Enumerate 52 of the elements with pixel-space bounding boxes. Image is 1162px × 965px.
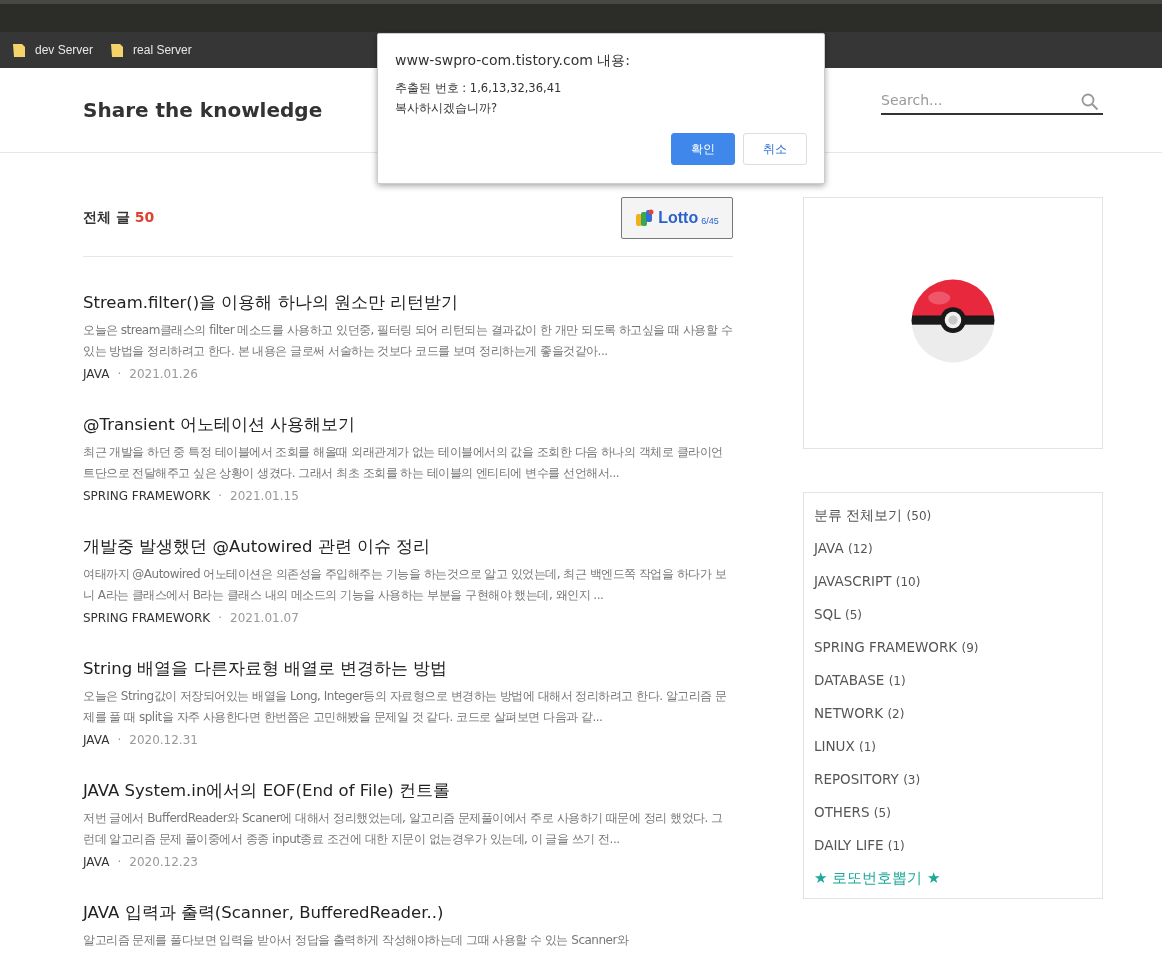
dialog-message: 추출된 번호 : 1,6,13,32,36,41 (395, 80, 563, 97)
category-item[interactable]: OTHERS (5) (814, 800, 1092, 833)
post-excerpt: 최근 개발을 하던 중 특정 테이블에서 조회를 해올때 외래관계가 없는 테이블에서의 값을 조회한 다음 하나의 객체로 클라이언트단으로 전달해주고 싶은 상황이 생겼다. 그래서 최초 조회를 하는 테이블의 엔티티에 변수를 선언해서... (83, 444, 724, 482)
post-title[interactable]: @Transient 어노테이션 사용해보기 (83, 413, 733, 437)
bookmark[interactable]: dev Server (13, 43, 94, 57)
separator-dot: · (117, 366, 122, 382)
dialog-title: www-swpro-com.tistory.com 내용: (395, 52, 631, 70)
category-item[interactable]: SPRING FRAMEWORK (9) (814, 635, 1092, 668)
search-field[interactable]: Search... (881, 91, 1103, 115)
post-date: 2021.01.26 (129, 366, 198, 382)
post-title[interactable]: Stream.filter()을 이용해 하나의 원소만 리턴받기 (83, 291, 733, 315)
category-item[interactable]: JAVASCRIPT (10) (814, 569, 1092, 602)
post-date: 2020.12.23 (129, 854, 198, 870)
post-title[interactable]: JAVA System.in에서의 EOF(End of File) 컨트롤 (83, 779, 733, 803)
post-title[interactable]: String 배열을 다른자료형 배열로 변경하는 방법 (83, 657, 733, 681)
post-excerpt: 저번 글에서 BufferdReader와 Scaner에 대해서 정리했었는데, 알고리즘 문제풀이에서 주로 사용하기 때문에 정리 했었다. 그런데 알고리즘 문제 풀이중에서 종종 input종료 조건에 대한 지문이 없는경우가 있는데, 이 글을 쓰기 전... (83, 810, 724, 848)
post-date: 2021.01.15 (230, 488, 299, 504)
post-category[interactable]: SPRING FRAMEWORK (83, 610, 211, 626)
cancel-button[interactable]: 취소 (743, 133, 807, 165)
category-item[interactable]: DATABASE (1) (814, 668, 1092, 701)
dialog-message: 복사하시겠습니까? (395, 100, 499, 117)
separator-dot: · (218, 488, 223, 504)
post-category[interactable]: SPRING FRAMEWORK (83, 488, 211, 504)
post-excerpt: 오늘은 stream클래스의 filter 메소드를 사용하고 있던중, 필터링 되어 리턴되는 결과값이 한 개만 되도록 하고싶을 때 사용할 수 있는 방법을 정리하려고 한다. 본 내용은 글로써 서술하는 것보다 코드를 보며 정리하는게 좋을것같아... (83, 322, 733, 360)
bookmark[interactable]: real Server (111, 43, 192, 57)
post-count: 전체 글 50 (83, 209, 155, 227)
category-item[interactable]: LINUX (1) (814, 734, 1092, 767)
post-date: 2020.12.31 (129, 732, 198, 748)
post-excerpt: 알고리즘 문제를 풀다보면 입력을 받아서 정답을 출력하게 작성해야하는데 그때 사용할 수 있는 Scanner와 (83, 932, 630, 949)
post-excerpt: 오늘은 String값이 저장되어있는 배열을 Long, Integer등의 자료형으로 변경하는 방법에 대해서 정리하려고 한다. 알고리즘 문제를 풀 때 split을 자주 사용한다면 한번쯤은 고민해봤을 문제일 것 같다. 코드로 살펴보면 다음과 같... (83, 688, 728, 726)
post-category[interactable]: JAVA (83, 732, 110, 748)
post-title[interactable]: 개발중 발생했던 @Autowired 관련 이슈 정리 (83, 535, 733, 559)
search-icon[interactable] (1081, 92, 1099, 111)
category-item[interactable]: JAVA (12) (814, 536, 1092, 569)
category-item[interactable]: NETWORK (2) (814, 701, 1092, 734)
post-title[interactable]: JAVA 입력과 출력(Scanner, BufferedReader..) (83, 901, 733, 925)
separator-dot: · (218, 610, 223, 626)
post-date: 2021.01.07 (230, 610, 299, 626)
post-category[interactable]: JAVA (83, 854, 110, 870)
post-excerpt: 여태까지 @Autowired 어노테이션은 의존성을 주입해주는 기능을 하는것으로 알고 있었는데, 최근 백엔드쪽 작업을 하다가 보니 A라는 클래스에서 B라는 클래스 내의 메소드의 기능을 사용하는 부분을 구현해야 했는데, 왜인지 ... (83, 566, 728, 604)
lotto-button[interactable]: Lotto 6/45 (621, 197, 733, 239)
separator-dot: · (117, 854, 122, 870)
blog-title[interactable]: Share the knowledge (83, 98, 323, 122)
confirm-button[interactable]: 확인 (671, 133, 735, 165)
post-category[interactable]: JAVA (83, 366, 110, 382)
category-item[interactable]: SQL (5) (814, 602, 1092, 635)
category-item[interactable]: 분류 전체보기 (50) (814, 503, 1092, 536)
category-item[interactable]: DAILY LIFE (1) (814, 833, 1092, 866)
category-item[interactable]: REPOSITORY (3) (814, 767, 1092, 800)
separator-dot: · (117, 732, 122, 748)
folder-icon (13, 43, 25, 57)
folder-icon (111, 43, 124, 57)
